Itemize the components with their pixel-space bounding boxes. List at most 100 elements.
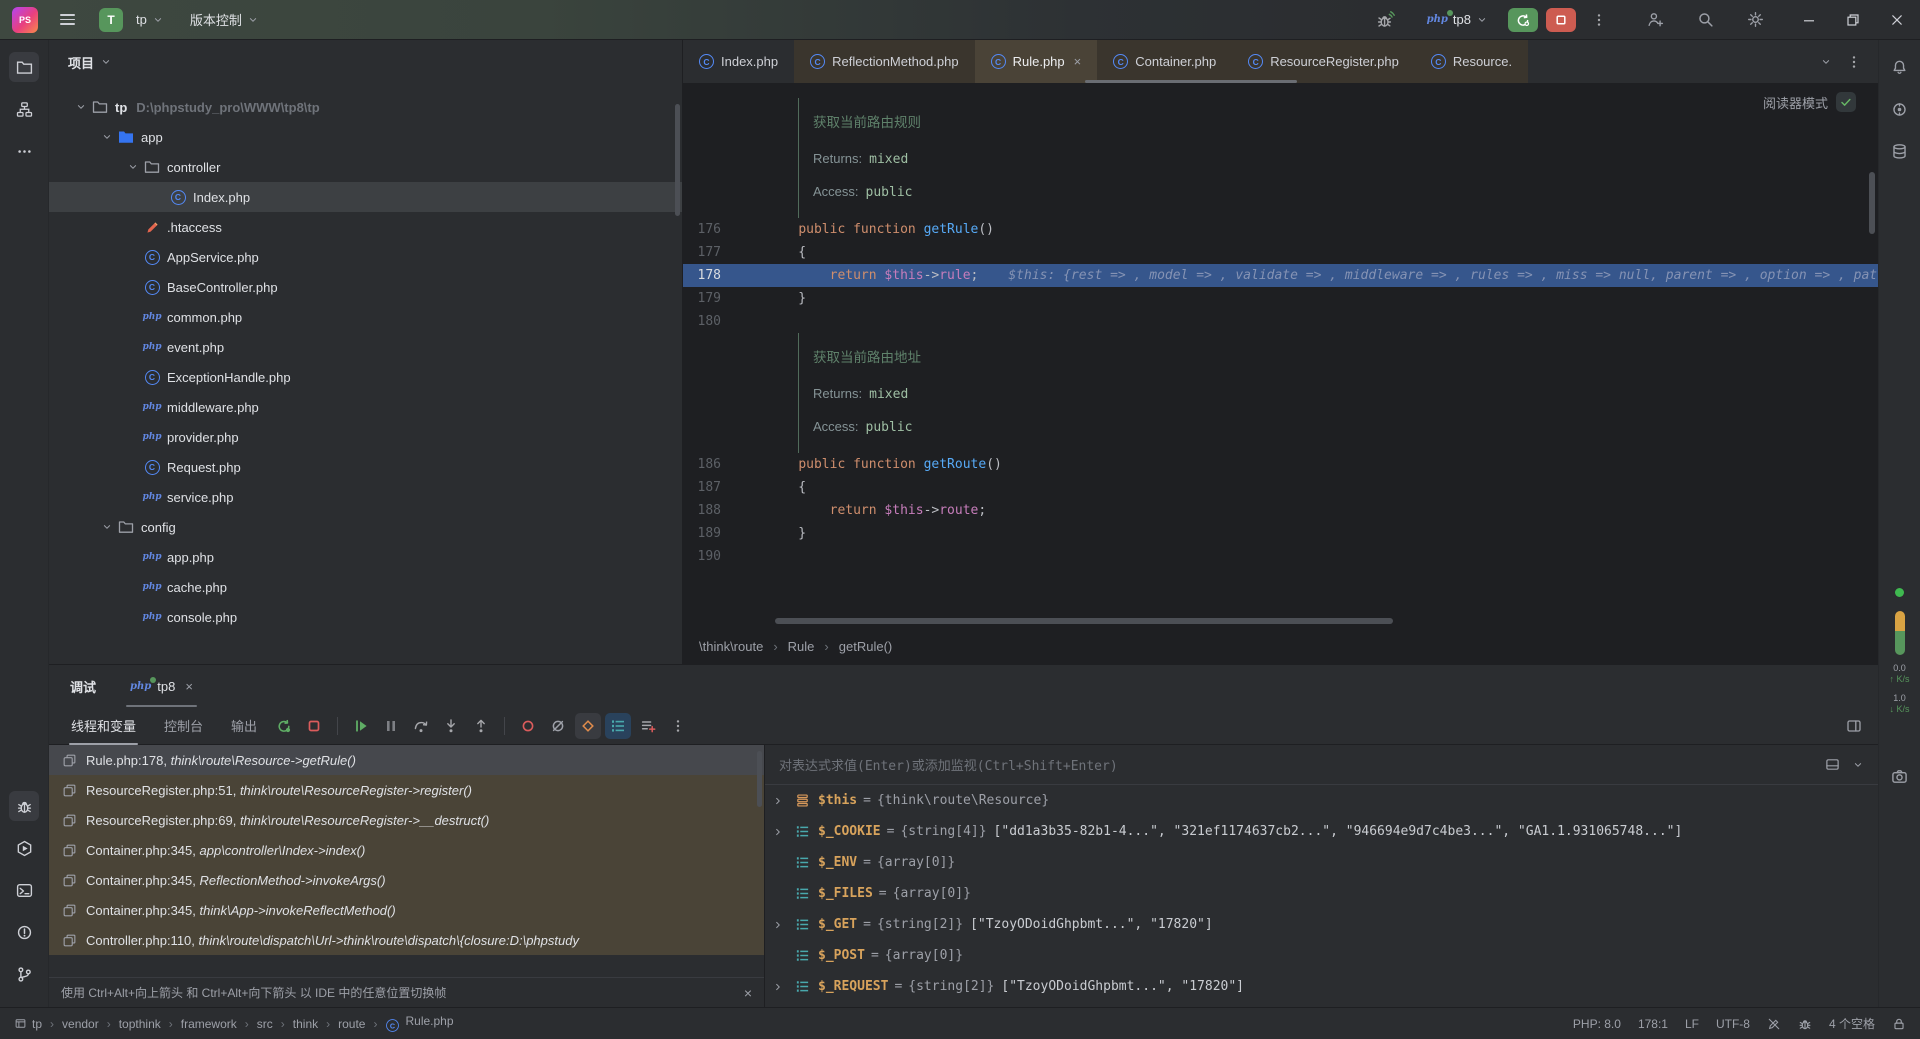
variable-row[interactable]: $_REQUEST={string[2]}["TzoyODoidGhpbmt..… [765, 971, 1878, 1002]
terminal-icon[interactable] [9, 875, 39, 905]
tree-item[interactable]: .htaccess [49, 212, 682, 242]
version-control-icon[interactable] [9, 959, 39, 989]
editor-hscrollbar[interactable] [775, 618, 1393, 624]
editor[interactable]: 获取当前路由规则Returns:mixedAccess:public176 pu… [683, 84, 1878, 628]
status-path-item[interactable]: src [257, 1017, 273, 1031]
stack-frame[interactable]: Container.php:345, ReflectionMethod->inv… [49, 865, 764, 895]
chevron-down-icon[interactable] [99, 129, 115, 145]
code-line[interactable]: 180 [683, 310, 1878, 333]
pause-program-icon[interactable] [378, 713, 404, 739]
execution-line[interactable]: 178 return $this->rule;$this: {rest => ,… [683, 264, 1878, 287]
step-out-icon[interactable] [468, 713, 494, 739]
settings-icon[interactable] [1740, 5, 1770, 35]
close-icon[interactable]: × [1074, 54, 1082, 69]
indent-setting[interactable]: 4 个空格 [1829, 1015, 1875, 1032]
mute-breakpoints-icon[interactable] [545, 713, 571, 739]
stack-frame[interactable]: Container.php:345, think\App->invokeRefl… [49, 895, 764, 925]
services-icon[interactable] [9, 833, 39, 863]
debug-icon[interactable] [9, 791, 39, 821]
code-line[interactable]: 179 } [683, 287, 1878, 310]
tree-item[interactable]: phpcache.php [49, 572, 682, 602]
variable-row[interactable]: $_FILES={array[0]} [765, 878, 1878, 909]
variable-row[interactable]: $_POST={array[0]} [765, 940, 1878, 971]
code-line[interactable]: 176 public function getRule() [683, 218, 1878, 241]
main-menu-icon[interactable] [54, 8, 81, 31]
debug-view-tab-输出[interactable]: 输出 [219, 707, 269, 744]
code-line[interactable]: 188 return $this->route; [683, 499, 1878, 522]
tab-index-php[interactable]: CIndex.php [683, 40, 794, 83]
chevron-down-icon[interactable] [100, 56, 112, 68]
variable-row[interactable]: $_ENV={array[0]} [765, 847, 1878, 878]
inspections-ok-icon[interactable] [1836, 92, 1856, 112]
close-icon[interactable]: × [744, 985, 752, 1001]
tab-rule-php[interactable]: CRule.php× [975, 40, 1098, 83]
tree-item[interactable]: phpconsole.php [49, 602, 682, 632]
debug-view-tab-线程和变量[interactable]: 线程和变量 [59, 707, 148, 744]
view-breakpoints-icon[interactable] [515, 713, 541, 739]
problems-icon[interactable] [9, 917, 39, 947]
numeric-keys-icon[interactable] [605, 713, 631, 739]
add-to-watches-icon[interactable] [635, 713, 661, 739]
tree-item[interactable]: phpmiddleware.php [49, 392, 682, 422]
tree-item[interactable]: config [49, 512, 682, 542]
variable-row[interactable]: $_GET={string[2]}["TzoyODoidGhpbmt...", … [765, 909, 1878, 940]
tree-item[interactable]: phpservice.php [49, 482, 682, 512]
tree-item[interactable]: phpapp.php [49, 542, 682, 572]
more-options-icon[interactable] [665, 713, 691, 739]
stop-button[interactable] [1546, 8, 1576, 32]
debug-view-tab-控制台[interactable]: 控制台 [152, 707, 215, 744]
chevron-right-icon[interactable] [765, 795, 791, 807]
step-into-icon[interactable] [438, 713, 464, 739]
tree-item[interactable]: tpD:\phpstudy_pro\WWW\tp8\tp [49, 92, 682, 122]
tab-reflectionmethod-php[interactable]: CReflectionMethod.php [794, 40, 974, 83]
search-icon[interactable] [1690, 5, 1720, 35]
vcs-widget[interactable]: 版本控制 [186, 6, 263, 33]
tab-resource-[interactable]: CResource. [1415, 40, 1528, 83]
line-ending[interactable]: LF [1685, 1017, 1699, 1031]
add-user-icon[interactable] [1640, 5, 1670, 35]
step-over-icon[interactable] [408, 713, 434, 739]
chevron-right-icon[interactable] [765, 919, 791, 931]
breadcrumb-item[interactable]: Rule [788, 639, 815, 654]
debug-indicator-icon[interactable] [1798, 1017, 1812, 1031]
watches-view-icon[interactable] [1825, 757, 1840, 772]
more-actions-icon[interactable] [1584, 5, 1614, 35]
chevron-right-icon[interactable] [765, 826, 791, 838]
tree-item[interactable]: phpprovider.php [49, 422, 682, 452]
tree-item[interactable]: CRequest.php [49, 452, 682, 482]
status-path-item[interactable]: vendor [62, 1017, 99, 1031]
stack-frame[interactable]: Container.php:345, app\controller\Index-… [49, 835, 764, 865]
tab-resourceregister-php[interactable]: CResourceRegister.php [1232, 40, 1415, 83]
restore-button[interactable] [1836, 5, 1870, 35]
stack-frame[interactable]: ResourceRegister.php:51, think\route\Res… [49, 775, 764, 805]
code-line[interactable]: 177 { [683, 241, 1878, 264]
close-button[interactable] [1880, 5, 1914, 35]
stack-frame[interactable]: ResourceRegister.php:69, think\route\Res… [49, 805, 764, 835]
evaluate-input[interactable]: 对表达式求值(Enter)或添加监视(Ctrl+Shift+Enter) [765, 745, 1878, 785]
tree-item[interactable]: controller [49, 152, 682, 182]
debug-session-tab[interactable]: php tp8 × [122, 665, 201, 707]
breadcrumb-item[interactable]: getRule() [839, 639, 892, 654]
stack-frame[interactable]: Controller.php:110, think\route\dispatch… [49, 925, 764, 955]
chevron-right-icon[interactable] [765, 981, 791, 993]
tree-item[interactable]: CExceptionHandle.php [49, 362, 682, 392]
status-path-item[interactable]: tp [14, 1017, 42, 1031]
reader-mode-label[interactable]: 阅读器模式 [1763, 93, 1828, 112]
screenshot-icon[interactable] [1885, 761, 1915, 791]
structure-icon[interactable] [9, 94, 39, 124]
tree-item[interactable]: CBaseController.php [49, 272, 682, 302]
chevron-down-icon[interactable] [99, 519, 115, 535]
tree-item[interactable]: phpevent.php [49, 332, 682, 362]
project-folder-icon[interactable] [9, 52, 39, 82]
more-tabs-icon[interactable] [1846, 54, 1862, 70]
stop-icon[interactable] [301, 713, 327, 739]
chevron-down-icon[interactable] [1852, 759, 1864, 771]
caret-position[interactable]: 178:1 [1638, 1017, 1668, 1031]
breadcrumb-item[interactable]: \think\route [699, 639, 763, 654]
lock-icon[interactable] [1892, 1017, 1906, 1031]
php-version[interactable]: PHP: 8.0 [1573, 1017, 1621, 1031]
variable-row[interactable]: $_COOKIE={string[4]}["dd1a3b35-82b1-4...… [765, 816, 1878, 847]
run-configuration[interactable]: php tp8 [1423, 9, 1492, 30]
chevron-down-icon[interactable] [73, 99, 89, 115]
php-console-icon[interactable] [575, 713, 601, 739]
